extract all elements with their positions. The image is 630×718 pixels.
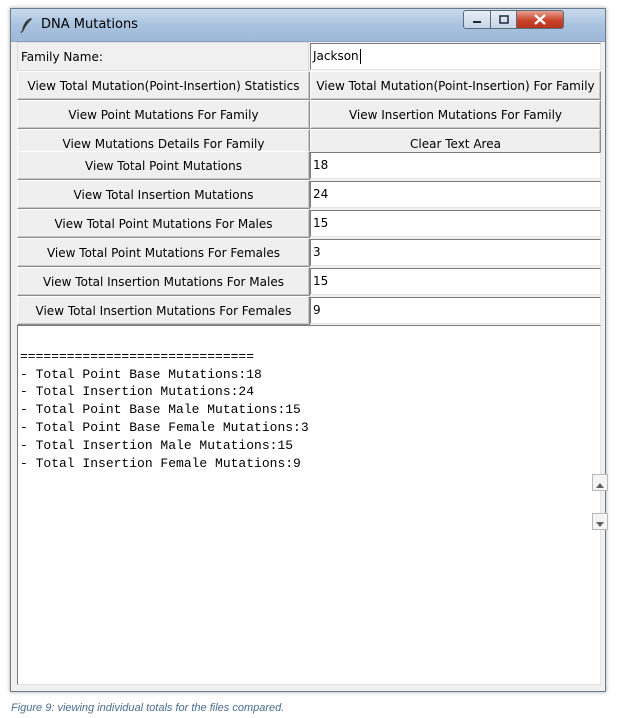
dna-mutations-window: DNA Mutations Family Name: Jackson View … [10,8,608,692]
action-row-1: View Total Mutation(Point-Insertion) Sta… [17,71,601,100]
family-name-label: Family Name: [17,42,309,71]
scroll-down-button[interactable] [592,513,608,530]
stat-row-total-point: View Total Point Mutations 18 [17,151,601,180]
family-name-input[interactable]: Jackson [310,43,601,70]
text-line: - Total Point Base Male Mutations:15 [20,402,301,418]
figure-caption: Figure 9: viewing individual totals for … [11,702,285,714]
point-mutations-females-field[interactable]: 3 [310,239,601,266]
output-text: ============================== - Total P… [20,330,580,472]
point-mutations-males-field[interactable]: 15 [310,210,601,237]
scroll-up-button[interactable] [592,474,608,491]
text-line: - Total Point Base Female Mutations:3 [20,419,309,435]
close-button[interactable] [516,10,564,29]
maximize-icon [498,15,509,24]
view-point-mutations-for-family-button[interactable]: View Point Mutations For Family [17,100,310,129]
feather-icon [20,17,34,34]
minimize-button[interactable] [463,10,491,29]
text-line: - Total Insertion Mutations:24 [20,384,255,400]
insertion-mutations-females-field[interactable]: 9 [310,297,601,324]
text-caret [359,49,361,64]
stat-row-insertion-females: View Total Insertion Mutations For Femal… [17,296,601,325]
stat-row-total-insertion: View Total Insertion Mutations 24 [17,180,601,209]
insertion-mutations-males-field[interactable]: 15 [310,268,601,295]
window-title: DNA Mutations [41,17,138,32]
arrow-up-icon [596,473,604,492]
view-insertion-mutations-females-button[interactable]: View Total Insertion Mutations For Femal… [17,296,310,325]
stat-row-point-males: View Total Point Mutations For Males 15 [17,209,601,238]
view-total-mutation-for-family-button[interactable]: View Total Mutation(Point-Insertion) For… [310,71,601,100]
text-line: - Total Insertion Female Mutations:9 [20,455,301,471]
text-line: - Total Insertion Male Mutations:15 [20,437,294,453]
arrow-down-icon [596,512,604,531]
view-point-mutations-males-button[interactable]: View Total Point Mutations For Males [17,209,310,238]
stat-row-insertion-males: View Total Insertion Mutations For Males… [17,267,601,296]
view-point-mutations-females-button[interactable]: View Total Point Mutations For Females [17,238,310,267]
output-text-area[interactable]: ============================== - Total P… [17,325,608,685]
family-name-value: Jackson [313,49,359,63]
family-name-row: Family Name: Jackson [17,42,601,71]
total-point-mutations-field[interactable]: 18 [310,152,601,179]
title-bar[interactable]: DNA Mutations [11,9,605,42]
close-icon [534,14,546,25]
minimize-icon [472,16,482,24]
action-row-2: View Point Mutations For Family View Ins… [17,100,601,129]
total-insertion-mutations-field[interactable]: 24 [310,181,601,208]
view-total-point-mutations-button[interactable]: View Total Point Mutations [17,151,310,180]
view-insertion-mutations-males-button[interactable]: View Total Insertion Mutations For Males [17,267,310,296]
view-total-mutation-statistics-button[interactable]: View Total Mutation(Point-Insertion) Sta… [17,71,310,100]
text-line: - Total Point Base Mutations:18 [20,366,262,382]
text-line: ============================== [20,348,255,364]
maximize-button[interactable] [490,10,517,29]
view-insertion-mutations-for-family-button[interactable]: View Insertion Mutations For Family [310,100,601,129]
view-total-insertion-mutations-button[interactable]: View Total Insertion Mutations [17,180,310,209]
stat-row-point-females: View Total Point Mutations For Females 3 [17,238,601,267]
